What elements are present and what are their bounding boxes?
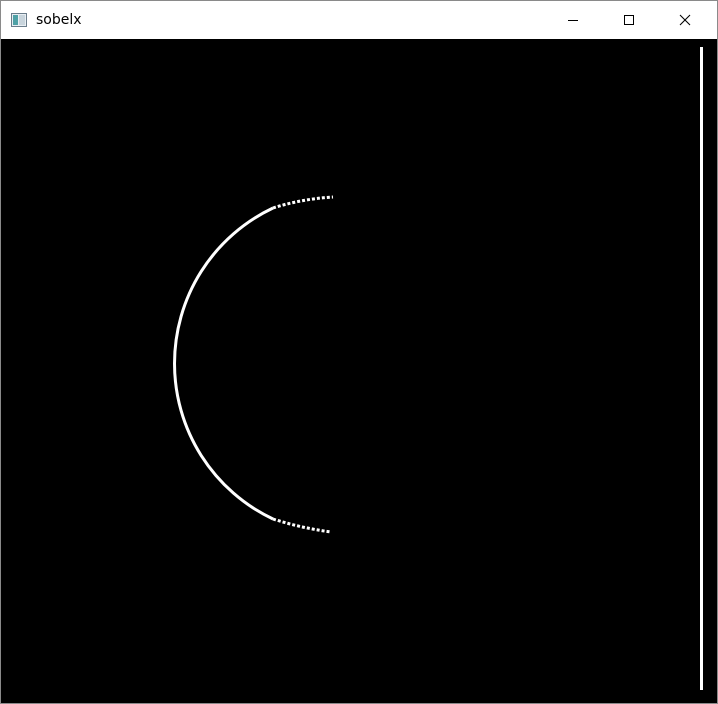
app-icon[interactable] (11, 12, 27, 27)
right-edge-line (700, 47, 703, 690)
maximize-button[interactable] (606, 1, 652, 39)
close-icon (679, 14, 691, 26)
minimize-icon (568, 20, 578, 21)
sobel-edge-image (173, 47, 703, 690)
edge-arc-top-tail (272, 195, 334, 210)
maximize-icon (624, 15, 634, 25)
app-window: sobelx (0, 0, 718, 704)
close-button[interactable] (662, 1, 708, 39)
edge-arc-bottom-tail (272, 517, 332, 534)
minimize-button[interactable] (550, 1, 596, 39)
title-bar[interactable]: sobelx (1, 1, 717, 39)
image-canvas (1, 39, 717, 703)
edge-arc (173, 206, 274, 521)
window-title: sobelx (36, 12, 82, 28)
